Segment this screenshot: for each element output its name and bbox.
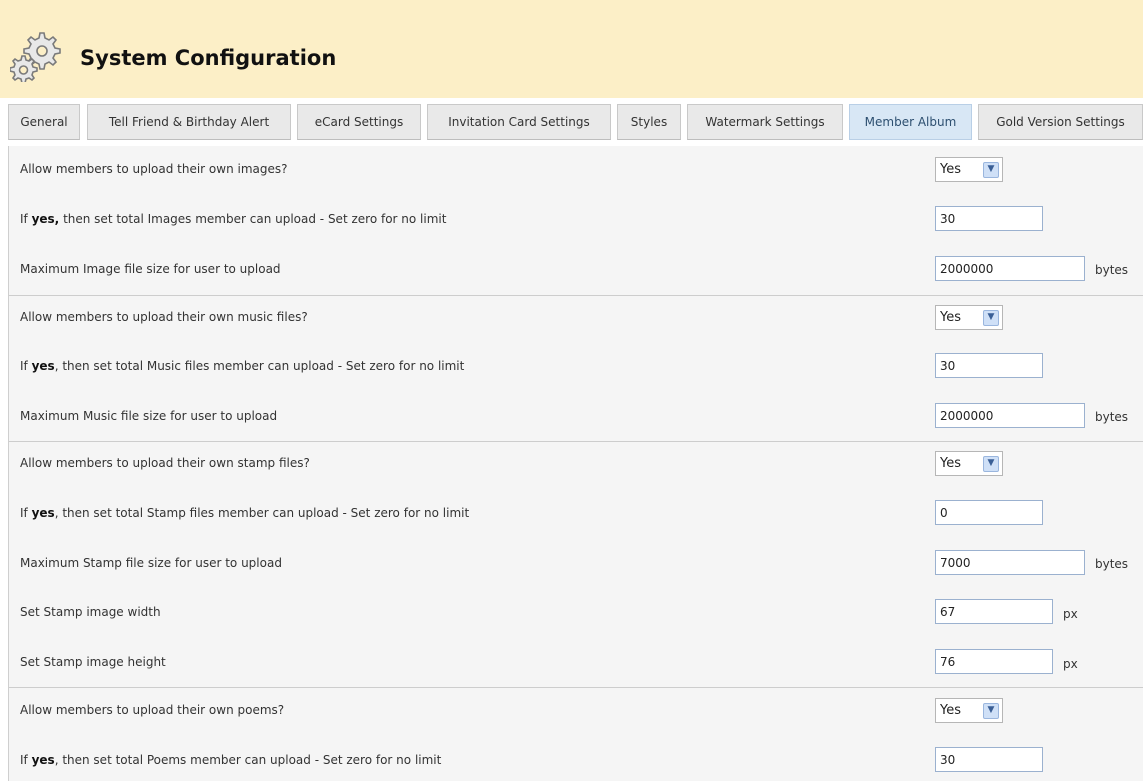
tab-invitation-card-settings[interactable]: Invitation Card Settings — [427, 104, 611, 140]
tab-member-album[interactable]: Member Album — [849, 104, 972, 140]
tab-styles[interactable]: Styles — [617, 104, 681, 140]
page-title: System Configuration — [80, 46, 337, 70]
stamp-limit-label: If yes, then set total Stamp files membe… — [20, 506, 470, 520]
poems-limit-input[interactable] — [935, 747, 1043, 772]
stamp-size-label: Maximum Stamp file size for user to uplo… — [20, 556, 282, 570]
music-size-unit: bytes — [1095, 410, 1129, 424]
allow-stamp-select[interactable]: Yes ▼ — [935, 451, 1003, 476]
stamp-height-label: Set Stamp image height — [20, 655, 166, 669]
image-size-label: Maximum Image file size for user to uplo… — [20, 262, 281, 276]
allow-stamp-label: Allow members to upload their own stamp … — [20, 456, 310, 470]
tab-tell-friend-birthday-alert[interactable]: Tell Friend & Birthday Alert — [87, 104, 291, 140]
allow-poems-label: Allow members to upload their own poems? — [20, 703, 285, 717]
chevron-down-icon: ▼ — [983, 702, 999, 719]
chevron-down-icon: ▼ — [983, 455, 999, 472]
section-divider — [9, 687, 1143, 688]
stamp-height-unit: px — [1063, 657, 1078, 671]
poems-limit-label: If yes, then set total Poems member can … — [20, 753, 442, 767]
allow-poems-select[interactable]: Yes ▼ — [935, 698, 1003, 723]
stamp-width-input[interactable] — [935, 599, 1053, 624]
stamp-width-unit: px — [1063, 607, 1078, 621]
tab-watermark-settings[interactable]: Watermark Settings — [687, 104, 843, 140]
stamp-height-input[interactable] — [935, 649, 1053, 674]
stamp-limit-input[interactable] — [935, 500, 1043, 525]
section-divider — [9, 295, 1143, 296]
stamp-size-unit: bytes — [1095, 557, 1129, 571]
allow-music-select[interactable]: Yes ▼ — [935, 305, 1003, 330]
stamp-size-input[interactable] — [935, 550, 1085, 575]
member-album-settings-panel: Allow members to upload their own images… — [8, 146, 1143, 781]
music-size-input[interactable] — [935, 403, 1085, 428]
music-limit-input[interactable] — [935, 353, 1043, 378]
chevron-down-icon: ▼ — [983, 161, 999, 178]
images-limit-input[interactable] — [935, 206, 1043, 231]
gears-icon — [10, 32, 61, 82]
chevron-down-icon: ▼ — [983, 309, 999, 326]
section-divider — [9, 441, 1143, 442]
settings-tabs: General Tell Friend & Birthday Alert eCa… — [0, 100, 1143, 144]
image-size-input[interactable] — [935, 256, 1085, 281]
music-limit-label: If yes, then set total Music files membe… — [20, 359, 465, 373]
music-size-label: Maximum Music file size for user to uplo… — [20, 409, 278, 423]
allow-images-select[interactable]: Yes ▼ — [935, 157, 1003, 182]
tab-gold-version-settings[interactable]: Gold Version Settings — [978, 104, 1143, 140]
page-header: System Configuration — [0, 0, 1143, 98]
tab-general[interactable]: General — [8, 104, 80, 140]
allow-images-label: Allow members to upload their own images… — [20, 162, 288, 176]
image-size-unit: bytes — [1095, 263, 1129, 277]
allow-music-label: Allow members to upload their own music … — [20, 310, 308, 324]
stamp-width-label: Set Stamp image width — [20, 605, 161, 619]
images-limit-label: If yes, then set total Images member can… — [20, 212, 447, 226]
tab-ecard-settings[interactable]: eCard Settings — [297, 104, 421, 140]
